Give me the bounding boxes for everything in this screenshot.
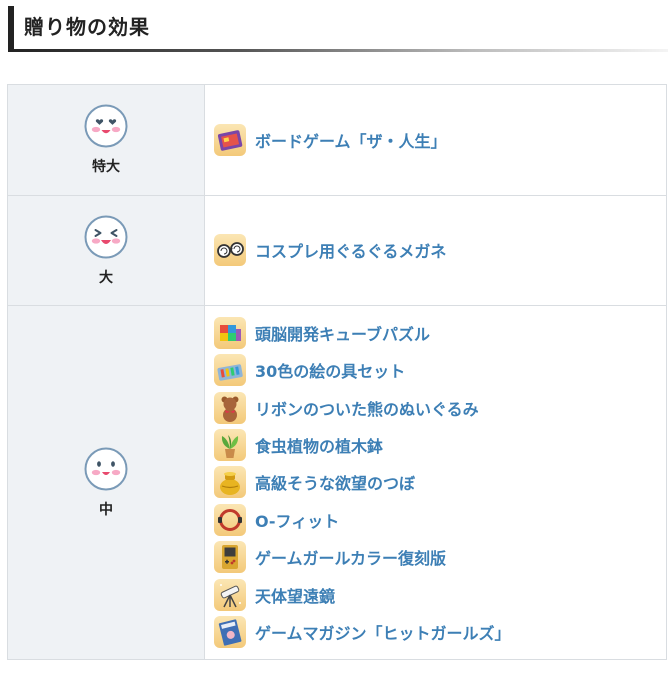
gift-item-paint-set[interactable]: 30色の絵の具セット — [213, 352, 666, 389]
board-game-icon — [214, 123, 246, 156]
table-row: 中 頭脳開発キューブパズル 30色の絵の具セット リボンのついた熊のぬいぐるみ … — [7, 305, 667, 660]
gift-item-name: ゲームマガジン「ヒットガールズ」 — [255, 624, 511, 644]
teddy-bear-icon — [214, 391, 246, 424]
heading-underline — [8, 49, 668, 52]
level-cell: 特大 — [7, 84, 205, 196]
telescope-icon — [214, 578, 246, 611]
gift-item-name: コスプレ用ぐるぐるメガネ — [255, 242, 447, 262]
swirl-glasses-icon — [214, 234, 246, 267]
level-cell: 大 — [7, 195, 205, 306]
gift-item-name: 30色の絵の具セット — [255, 362, 406, 382]
level-cell: 中 — [7, 305, 205, 660]
gift-item-name: 食虫植物の植木鉢 — [255, 437, 384, 457]
gift-item-fitness-ring[interactable]: O-フィット — [213, 501, 666, 538]
section-title: 贈り物の効果 — [24, 15, 150, 39]
items-cell: 頭脳開発キューブパズル 30色の絵の具セット リボンのついた熊のぬいぐるみ 食虫… — [204, 305, 667, 660]
paint-set-icon — [214, 354, 246, 387]
cube-puzzle-icon — [214, 316, 246, 349]
fitness-ring-icon — [214, 503, 246, 536]
table-row: 大 コスプレ用ぐるぐるメガネ — [7, 195, 667, 306]
gift-item-name: ゲームガールカラー復刻版 — [255, 549, 447, 569]
gift-item-name: ボードゲーム「ザ・人生」 — [255, 131, 447, 151]
gift-item-name: 頭脳開発キューブパズル — [255, 324, 431, 344]
gift-item-cube-puzzle[interactable]: 頭脳開発キューブパズル — [213, 314, 666, 351]
gift-item-telescope[interactable]: 天体望遠鏡 — [213, 576, 666, 613]
gift-item-name: O-フィット — [255, 511, 340, 531]
level-label: 特大 — [92, 159, 120, 175]
level-label: 中 — [99, 501, 113, 518]
gift-item-golden-pot[interactable]: 高級そうな欲望のつぼ — [213, 464, 666, 501]
gift-item-name: 天体望遠鏡 — [255, 586, 336, 606]
gift-item-board-game[interactable]: ボードゲーム「ザ・人生」 — [213, 121, 666, 158]
gift-item-name: 高級そうな欲望のつぼ — [255, 474, 416, 494]
gift-item-swirl-glasses[interactable]: コスプレ用ぐるぐるメガネ — [213, 232, 666, 269]
items-cell: コスプレ用ぐるぐるメガネ — [204, 195, 667, 306]
items-cell: ボードゲーム「ザ・人生」 — [204, 84, 667, 196]
gift-item-handheld-console[interactable]: ゲームガールカラー復刻版 — [213, 539, 666, 576]
section-heading: 贈り物の効果 — [8, 6, 668, 52]
gift-item-teddy-bear[interactable]: リボンのついた熊のぬいぐるみ — [213, 389, 666, 426]
table-row: 特大 ボードゲーム「ザ・人生」 — [7, 84, 667, 196]
gift-effect-table: 特大 ボードゲーム「ザ・人生」 大 コスプレ用ぐるぐるメガネ 中 頭脳開発キュー… — [7, 84, 667, 660]
gift-item-potted-plant[interactable]: 食虫植物の植木鉢 — [213, 426, 666, 463]
smiling-face-icon — [84, 447, 128, 490]
gift-item-name: リボンのついた熊のぬいぐるみ — [255, 399, 479, 419]
potted-plant-icon — [214, 429, 246, 462]
golden-pot-icon — [214, 466, 246, 499]
heart-eyes-face-icon — [84, 104, 128, 148]
gift-item-magazine[interactable]: ゲームマガジン「ヒットガールズ」 — [213, 613, 666, 650]
laughing-face-icon — [84, 215, 128, 258]
level-label: 大 — [99, 269, 113, 286]
handheld-console-icon — [214, 541, 246, 574]
magazine-icon — [214, 616, 246, 649]
